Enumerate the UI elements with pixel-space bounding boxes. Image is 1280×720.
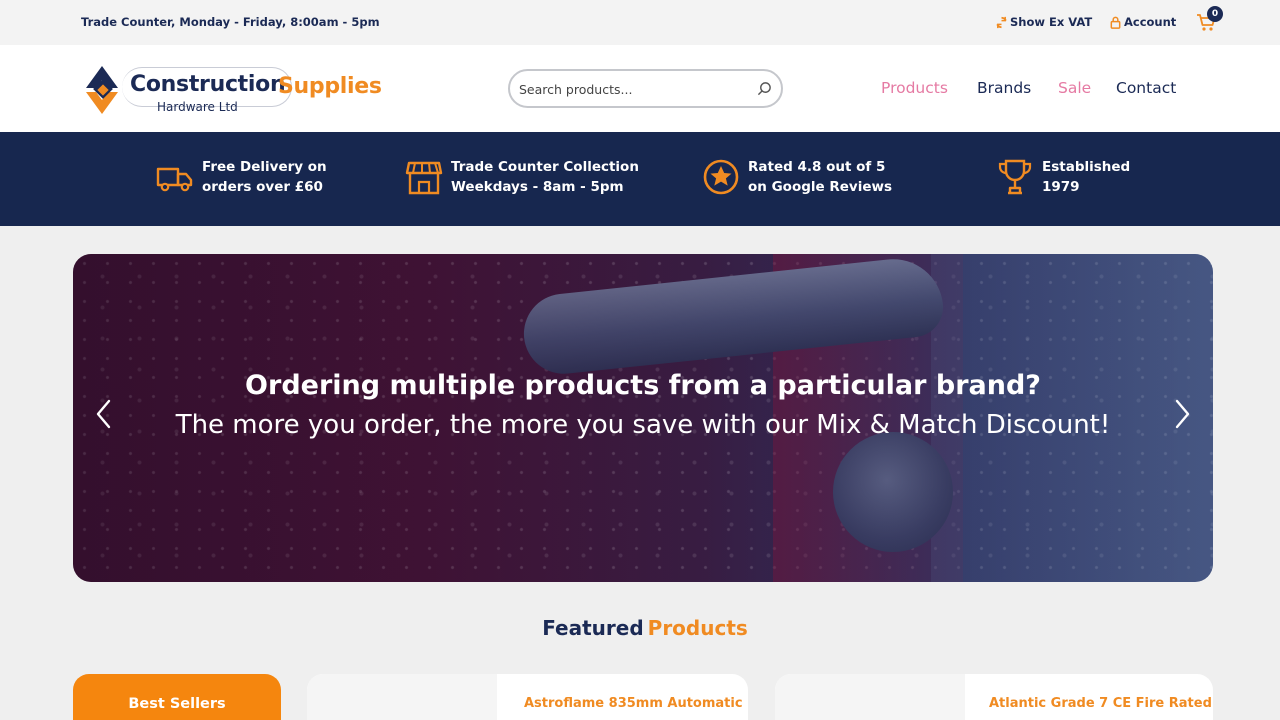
usp-trade-counter: Trade Counter Collection Weekdays - 8am … <box>405 157 639 197</box>
hero-subline: The more you order, the more you save wi… <box>175 410 1111 440</box>
trophy-icon <box>998 159 1032 195</box>
hero-headline: Ordering multiple products from a partic… <box>245 370 1041 401</box>
product-image <box>775 674 965 720</box>
site-header: Construction Supplies Hardware Ltd Produ… <box>0 45 1280 132</box>
usp-google-rating: Rated 4.8 out of 5 on Google Reviews <box>702 157 892 197</box>
show-ex-vat-label: Show Ex VAT <box>1010 15 1093 29</box>
featured-heading-part1: Featured <box>542 616 644 640</box>
usp-line1: Trade Counter Collection <box>451 159 639 175</box>
storefront-icon <box>405 161 443 195</box>
trade-counter-hours: Trade Counter, Monday - Friday, 8:00am -… <box>81 15 380 29</box>
hero-carousel[interactable]: Ordering multiple products from a partic… <box>73 254 1213 582</box>
nav-sale[interactable]: Sale <box>1058 79 1091 97</box>
usp-text: Rated 4.8 out of 5 on Google Reviews <box>748 157 892 197</box>
usp-text: Established 1979 <box>1042 157 1130 197</box>
carousel-next-icon[interactable] <box>1170 398 1194 430</box>
logo-mark-icon <box>86 66 118 114</box>
logo-subtitle: Hardware Ltd <box>157 100 238 114</box>
usp-line1: Free Delivery on <box>202 159 327 175</box>
cart-count-badge: 0 <box>1207 6 1223 22</box>
delivery-truck-icon <box>156 167 193 192</box>
featured-heading-part2: Products <box>647 616 748 640</box>
usp-text: Trade Counter Collection Weekdays - 8am … <box>451 157 639 197</box>
usp-line2: on Google Reviews <box>748 179 893 195</box>
vat-toggle-icon <box>996 16 1007 28</box>
search-box <box>508 69 783 108</box>
usp-line2: 1979 <box>1042 179 1080 195</box>
product-card[interactable]: Astroflame 835mm Automatic <box>307 674 748 720</box>
usp-line2: orders over £60 <box>202 179 323 195</box>
product-title[interactable]: Astroflame 835mm Automatic <box>524 696 743 711</box>
show-ex-vat-toggle[interactable]: Show Ex VAT <box>995 15 1092 29</box>
usp-band: Free Delivery on orders over £60 Trade C… <box>0 132 1280 226</box>
nav-contact[interactable]: Contact <box>1116 79 1176 97</box>
logo-word-supplies: Supplies <box>278 74 382 99</box>
logo-word-construction: Construction <box>130 72 286 97</box>
usp-text: Free Delivery on orders over £60 <box>202 157 327 197</box>
carousel-prev-icon[interactable] <box>92 398 116 430</box>
product-title[interactable]: Atlantic Grade 7 CE Fire Rated <box>989 696 1212 711</box>
product-card[interactable]: Atlantic Grade 7 CE Fire Rated <box>775 674 1213 720</box>
usp-line1: Established <box>1042 159 1131 175</box>
product-image <box>307 674 497 720</box>
usp-line2: Weekdays - 8am - 5pm <box>451 179 624 195</box>
search-input[interactable] <box>519 79 739 99</box>
usp-established: Established 1979 <box>996 157 1130 197</box>
lock-icon <box>1110 16 1121 29</box>
best-sellers-tab[interactable]: Best Sellers <box>73 674 281 720</box>
nav-brands[interactable]: Brands <box>977 79 1031 97</box>
usp-line1: Rated 4.8 out of 5 <box>748 159 886 175</box>
account-label: Account <box>1124 15 1177 29</box>
site-logo[interactable]: Construction Supplies Hardware Ltd <box>82 62 382 118</box>
search-icon[interactable] <box>757 81 772 96</box>
account-link[interactable]: Account <box>1109 15 1176 29</box>
nav-products[interactable]: Products <box>881 79 948 97</box>
featured-heading: Featured Products <box>0 616 1280 640</box>
top-bar: Trade Counter, Monday - Friday, 8:00am -… <box>0 0 1280 45</box>
usp-free-delivery: Free Delivery on orders over £60 <box>156 157 327 197</box>
star-badge-icon <box>703 159 739 195</box>
